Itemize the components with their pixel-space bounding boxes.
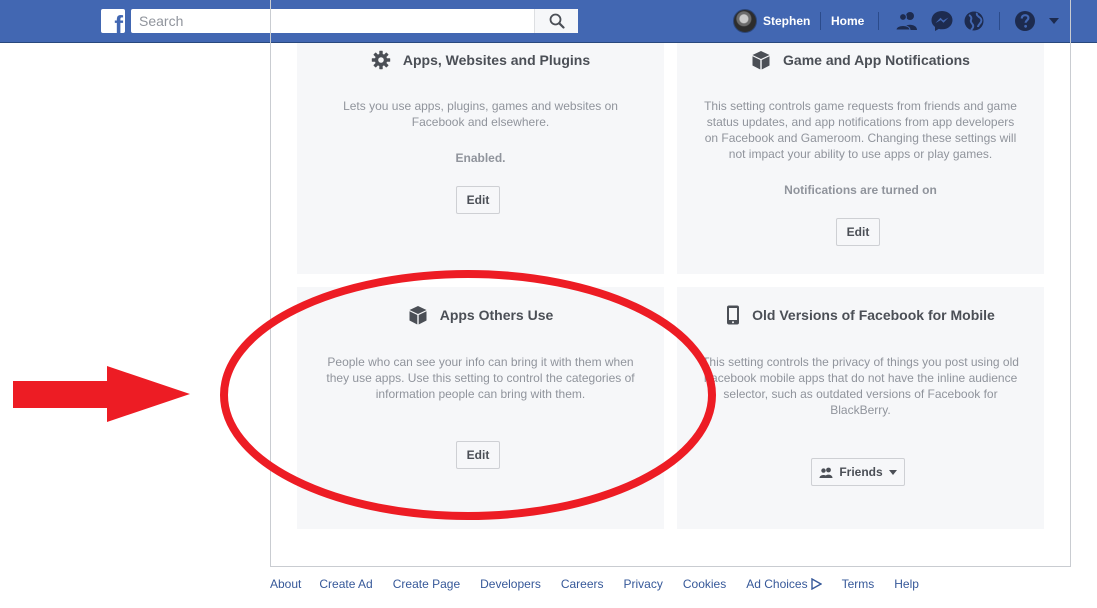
red-arrow-annotation xyxy=(13,366,190,422)
facebook-logo[interactable]: f xyxy=(101,9,125,33)
mobile-phone-icon xyxy=(726,305,740,325)
card-description: This setting controls the privacy of thi… xyxy=(702,355,1019,417)
footer-link-create-ad[interactable]: Create Ad xyxy=(319,577,372,591)
card-apps-others-use: Apps Others Use People who can see your … xyxy=(297,287,664,529)
footer-link-ad-choices[interactable]: Ad Choices xyxy=(746,577,822,591)
card-title: Old Versions of Facebook for Mobile xyxy=(677,305,1044,325)
facebook-logo-letter: f xyxy=(114,10,123,33)
card-game-app-notifications: Game and App Notifications This setting … xyxy=(677,43,1044,274)
card-title: Apps, Websites and Plugins xyxy=(297,50,664,70)
edit-button[interactable]: Edit xyxy=(456,441,500,469)
edit-button[interactable]: Edit xyxy=(836,218,880,246)
footer-link-privacy[interactable]: Privacy xyxy=(624,577,663,591)
footer-link-about[interactable]: About xyxy=(270,577,301,591)
friends-icon xyxy=(819,467,833,478)
cube-icon xyxy=(751,50,771,70)
card-description: This setting controls game requests from… xyxy=(704,99,1017,161)
card-status: Notifications are turned on xyxy=(784,183,937,197)
card-title: Apps Others Use xyxy=(297,305,664,325)
footer-links: About Create Ad Create Page Developers C… xyxy=(270,577,919,591)
card-title-text: Old Versions of Facebook for Mobile xyxy=(752,307,995,323)
chevron-down-icon xyxy=(888,469,897,475)
footer-link-create-page[interactable]: Create Page xyxy=(393,577,460,591)
audience-selector-dropdown[interactable]: Friends xyxy=(811,458,905,486)
card-title: Game and App Notifications xyxy=(677,50,1044,70)
card-title-text: Apps, Websites and Plugins xyxy=(402,52,591,68)
ad-choices-icon xyxy=(810,578,822,590)
footer-link-careers[interactable]: Careers xyxy=(561,577,604,591)
ad-choices-label: Ad Choices xyxy=(746,577,808,591)
footer-link-cookies[interactable]: Cookies xyxy=(683,577,726,591)
card-old-versions-mobile: Old Versions of Facebook for Mobile This… xyxy=(677,287,1044,529)
card-title-text: Apps Others Use xyxy=(439,307,554,323)
footer-link-developers[interactable]: Developers xyxy=(480,577,541,591)
card-apps-websites-plugins: Apps, Websites and Plugins Lets you use … xyxy=(297,43,664,274)
footer-link-terms[interactable]: Terms xyxy=(842,577,875,591)
cube-icon xyxy=(408,305,428,325)
edit-button[interactable]: Edit xyxy=(456,186,500,214)
card-title-text: Game and App Notifications xyxy=(783,52,970,68)
card-description: People who can see your info can bring i… xyxy=(326,355,635,401)
apps-settings-panel: Apps, Websites and Plugins Lets you use … xyxy=(270,0,1071,567)
card-status: Enabled. xyxy=(455,151,506,165)
gear-icon xyxy=(371,50,391,70)
card-description: Lets you use apps, plugins, games and we… xyxy=(343,99,618,129)
audience-selector-value: Friends xyxy=(839,465,883,479)
footer-link-help[interactable]: Help xyxy=(894,577,919,591)
